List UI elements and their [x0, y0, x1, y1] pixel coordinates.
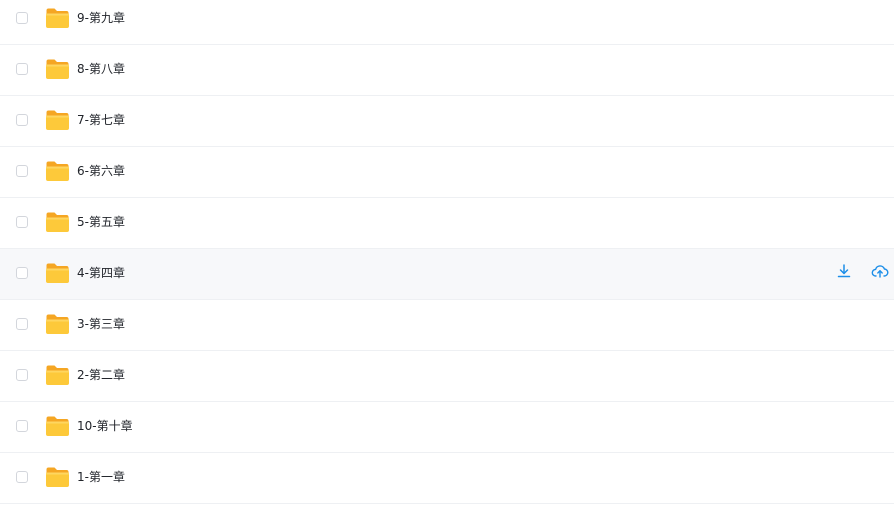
file-name[interactable]: 6-第六章: [77, 161, 125, 181]
file-row[interactable]: 6-第六章: [0, 147, 894, 198]
select-checkbox[interactable]: [16, 471, 28, 483]
file-name[interactable]: 1-第一章: [77, 467, 125, 487]
file-row[interactable]: 10-第十章: [0, 402, 894, 453]
folder-icon: [45, 109, 70, 131]
select-checkbox[interactable]: [16, 12, 28, 24]
select-checkbox[interactable]: [16, 369, 28, 381]
folder-icon: [45, 160, 70, 182]
file-name[interactable]: 9-第九章: [77, 8, 125, 28]
select-checkbox[interactable]: [16, 63, 28, 75]
folder-icon: [45, 7, 70, 29]
cloud-save-icon[interactable]: [871, 262, 889, 280]
file-row[interactable]: 8-第八章: [0, 45, 894, 96]
folder-icon: [45, 466, 70, 488]
folder-icon: [45, 364, 70, 386]
file-name[interactable]: 4-第四章: [77, 263, 125, 283]
file-name[interactable]: 8-第八章: [77, 59, 125, 79]
file-name[interactable]: 10-第十章: [77, 416, 133, 436]
file-row[interactable]: 7-第七章: [0, 96, 894, 147]
select-checkbox[interactable]: [16, 216, 28, 228]
file-row[interactable]: 5-第五章: [0, 198, 894, 249]
file-name[interactable]: 7-第七章: [77, 110, 125, 130]
folder-icon: [45, 58, 70, 80]
folder-icon: [45, 262, 70, 284]
select-checkbox[interactable]: [16, 165, 28, 177]
file-row[interactable]: 9-第九章: [0, 0, 894, 45]
file-row[interactable]: 4-第四章: [0, 249, 894, 300]
row-actions: [822, 262, 889, 281]
select-checkbox[interactable]: [16, 318, 28, 330]
folder-icon: [45, 415, 70, 437]
file-row[interactable]: 2-第二章: [0, 351, 894, 402]
file-row[interactable]: 1-第一章: [0, 453, 894, 504]
file-name[interactable]: 3-第三章: [77, 314, 125, 334]
select-checkbox[interactable]: [16, 267, 28, 279]
folder-icon: [45, 313, 70, 335]
select-checkbox[interactable]: [16, 114, 28, 126]
file-row[interactable]: 3-第三章: [0, 300, 894, 351]
folder-icon: [45, 211, 70, 233]
download-icon[interactable]: [835, 262, 853, 280]
select-checkbox[interactable]: [16, 420, 28, 432]
file-name[interactable]: 5-第五章: [77, 212, 125, 232]
file-list: 9-第九章 8-第八章 7-第七章 6-第六章 5-第五章 4-第四章 3-第三…: [0, 0, 894, 504]
file-name[interactable]: 2-第二章: [77, 365, 125, 385]
